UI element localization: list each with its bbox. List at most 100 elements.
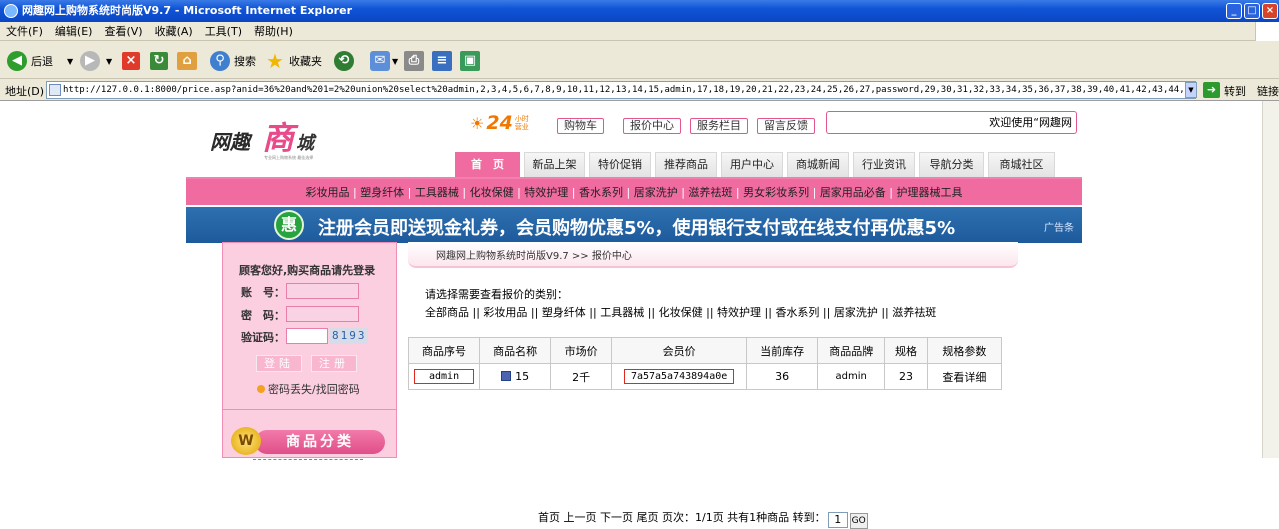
menu-help[interactable]: 帮助(H) [248, 22, 299, 41]
tab-specials[interactable]: 特价促销 [589, 152, 651, 177]
price-cat-link[interactable]: 全部商品 [425, 306, 469, 319]
address-bar: 地址(D) http://127.0.0.1:8000/price.asp?an… [0, 79, 1279, 101]
product-name-cell[interactable]: 15 [479, 363, 552, 390]
price-cat-link[interactable]: 滋养祛斑 [892, 306, 936, 319]
price-cat-link[interactable]: 居家洗护 [834, 306, 878, 319]
captcha-image: 8193 [330, 328, 368, 344]
product-icon [501, 371, 512, 381]
back-button[interactable]: ◀ 后退 ▼ [7, 50, 73, 72]
price-cat-link[interactable]: 化妆保健 [659, 306, 703, 319]
price-category-links: 全部商品 || 彩妆用品 || 塑身纤体 || 工具器械 || 化妆保健 || … [425, 306, 937, 319]
home-icon: ⌂ [177, 52, 197, 70]
back-arrow-icon: ◀ [7, 51, 27, 71]
close-button[interactable]: × [1262, 3, 1278, 19]
menu-view[interactable]: 查看(V) [98, 22, 148, 41]
ad-label: 广告条 [1044, 223, 1074, 234]
address-input[interactable]: http://127.0.0.1:8000/price.asp?anid=36%… [46, 81, 1196, 99]
price-center-link[interactable]: 报价中心 [623, 118, 681, 134]
address-dropdown-icon[interactable]: ▼ [1185, 82, 1197, 98]
ie-icon [4, 4, 18, 18]
tab-industry[interactable]: 行业资讯 [853, 152, 915, 177]
account-input[interactable] [286, 283, 359, 299]
cat-link[interactable]: 化妆保健 [470, 186, 514, 199]
choose-category-text: 请选择需要查看报价的类别： [425, 288, 568, 301]
print-button[interactable]: ⎙ [404, 50, 424, 72]
search-button[interactable]: ⚲ 搜索 [210, 50, 256, 72]
forgot-password-link[interactable]: 密码丢失/找回密码 [257, 381, 360, 397]
history-button[interactable]: ⟲ [334, 50, 354, 72]
cart-link[interactable]: 购物车 [557, 118, 604, 134]
refresh-button[interactable]: ↻ [150, 50, 168, 72]
cat-link[interactable]: 彩妆用品 [305, 186, 349, 199]
go-button[interactable]: 转到 [1224, 83, 1246, 99]
breadcrumb-bar: 网趣网上购物系统时尚版V9.7 >> 报价中心 [408, 242, 1018, 268]
divider [253, 459, 363, 460]
tab-news[interactable]: 商城新闻 [787, 152, 849, 177]
account-label: 账 号： [241, 286, 285, 299]
pagination: 首页 上一页 下一页 尾页 页次：1/1页 共有1种商品 转到： 1 GO [538, 509, 868, 529]
cat-link[interactable]: 滋养祛斑 [688, 186, 732, 199]
menu-tools[interactable]: 工具(T) [199, 22, 248, 41]
captcha-input[interactable] [286, 328, 328, 344]
back-dropdown-icon[interactable]: ▼ [67, 57, 73, 66]
promo-banner[interactable]: 惠 注册会员即送现金礼券，会员购物优惠5%，使用银行支付或在线支付再优惠5% 广… [186, 207, 1082, 243]
view-details-link[interactable]: 查看详细 [926, 363, 1003, 390]
tab-navigation[interactable]: 导航分类 [919, 152, 984, 177]
col-header: 当前库存 [746, 337, 819, 364]
favorites-button[interactable]: ★ 收藏夹 [265, 50, 322, 72]
menu-file[interactable]: 文件(F) [0, 22, 49, 41]
price-cat-link[interactable]: 工具器械 [600, 306, 644, 319]
register-button[interactable]: 注册 [311, 355, 357, 372]
price-cat-link[interactable]: 彩妆用品 [483, 306, 527, 319]
page-input[interactable]: 1 [827, 512, 848, 528]
password-input[interactable] [286, 306, 359, 322]
go-arrow-icon[interactable]: ➜ [1203, 82, 1220, 98]
cat-link[interactable]: 护理器械工具 [897, 186, 963, 199]
cat-link[interactable]: 工具器械 [415, 186, 459, 199]
price-cat-link[interactable]: 特效护理 [717, 306, 761, 319]
pager-text: 首页 上一页 下一页 尾页 页次：1/1页 共有1种商品 转到： [538, 511, 826, 524]
page-go-button[interactable]: GO [849, 513, 868, 529]
cat-link[interactable]: 香水系列 [579, 186, 623, 199]
menu-favorites[interactable]: 收藏(A) [149, 22, 199, 41]
edit-button[interactable]: ≡ [432, 50, 452, 72]
breadcrumb: 网趣网上购物系统时尚版V9.7 >> 报价中心 [436, 251, 632, 262]
cat-link[interactable]: 特效护理 [524, 186, 568, 199]
menu-edit[interactable]: 编辑(E) [49, 22, 99, 41]
links-button[interactable]: 链接 [1257, 83, 1279, 99]
tab-community[interactable]: 商城社区 [988, 152, 1055, 177]
tab-home[interactable]: 首 页 [455, 152, 520, 177]
cat-link[interactable]: 男女彩妆系列 [743, 186, 809, 199]
bullet-icon [257, 385, 265, 393]
price-table: 商品序号 商品名称 市场价 会员价 当前库存 商品品牌 规格 规格参数 admi… [407, 337, 1003, 390]
cat-link[interactable]: 塑身纤体 [360, 186, 404, 199]
site-logo[interactable]: 网趣 商 城 专业网上购物系统 最佳选择 [210, 111, 325, 166]
cat-link[interactable]: 居家用品必备 [820, 186, 886, 199]
tab-recommended[interactable]: 推荐商品 [655, 152, 717, 177]
maximize-button[interactable]: □ [1244, 3, 1260, 19]
window-titlebar: 网趣网上购物系统时尚版V9.7 - Microsoft Internet Exp… [0, 0, 1279, 22]
forward-dropdown-icon[interactable]: ▼ [106, 57, 112, 66]
tab-new-arrivals[interactable]: 新品上架 [524, 152, 585, 177]
stop-button[interactable]: × [122, 50, 140, 72]
price-cat-link[interactable]: 塑身纤体 [542, 306, 586, 319]
price-cat-link[interactable]: 香水系列 [775, 306, 819, 319]
messenger-button[interactable]: ▣ [460, 50, 480, 72]
vertical-scrollbar[interactable] [1262, 101, 1279, 458]
forward-button[interactable]: ▶ ▼ [80, 50, 112, 72]
cat-link[interactable]: 居家洗护 [634, 186, 678, 199]
discount-icon: 惠 [274, 210, 304, 240]
home-button[interactable]: ⌂ [177, 50, 197, 72]
login-button[interactable]: 登陆 [256, 355, 302, 372]
print-icon: ⎙ [404, 51, 424, 71]
password-label: 密 码： [241, 309, 285, 322]
mail-dropdown-icon[interactable]: ▼ [392, 57, 398, 66]
refresh-icon: ↻ [150, 52, 168, 70]
service-link[interactable]: 服务栏目 [690, 118, 748, 134]
brand-cell: admin [817, 363, 886, 390]
tab-user-center[interactable]: 用户中心 [721, 152, 783, 177]
feedback-link[interactable]: 留言反馈 [757, 118, 815, 134]
mail-button[interactable]: ✉ ▼ [370, 50, 398, 72]
minimize-button[interactable]: _ [1226, 3, 1242, 19]
address-label: 地址(D) [5, 85, 45, 98]
